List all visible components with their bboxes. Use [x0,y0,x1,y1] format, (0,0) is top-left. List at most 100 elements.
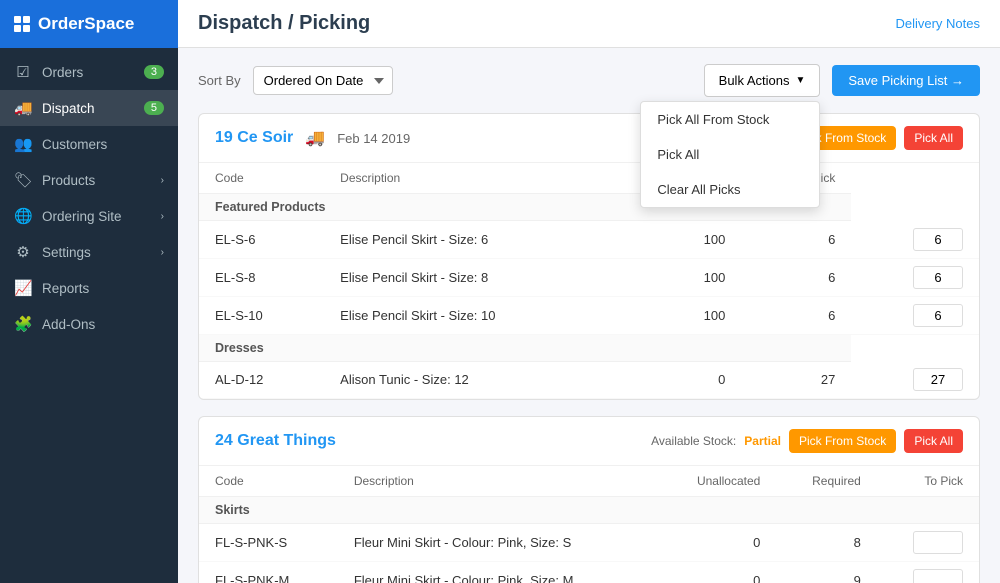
dropdown-item-pick-all-from-stock[interactable]: Pick All From Stock [641,102,819,137]
sidebar-item-label: Dispatch [42,101,95,116]
required-qty: 6 [741,258,851,296]
pick-table: CodeDescriptionRequiredTo PickFeatured P… [199,163,979,399]
table-row: EL-S-6Elise Pencil Skirt - Size: 61006 [199,221,979,259]
product-code: AL-D-12 [199,361,324,399]
required-qty: 8 [776,524,877,562]
col-header-unallocated: Unallocated [658,466,777,497]
pick-all-button[interactable]: Pick All [904,126,963,150]
customer-header-19-ce-soir: 19 Ce Soir 🚚 Feb 14 2019 Pick From Stock… [199,114,979,163]
badge-dispatch: 5 [144,101,164,115]
to-pick-input[interactable] [913,228,963,251]
sort-select[interactable]: Ordered On Date [253,66,393,95]
col-header-required: Required [776,466,877,497]
to-pick-input[interactable] [913,531,963,554]
chevron-down-icon: ▼ [795,75,805,86]
sidebar-item-settings[interactable]: ⚙ Settings › [0,234,178,270]
chevron-icon: › [161,247,164,258]
sidebar-item-label: Reports [42,281,89,296]
col-header-description: Description [338,466,658,497]
stock-value: 0 [658,524,777,562]
product-code: FL-S-PNK-S [199,524,338,562]
products-icon: 🏷 [14,171,32,189]
col-header-to-pick: To Pick [877,466,979,497]
badge-orders: 3 [144,65,164,79]
customer-section-24-great-things: 24 Great Things Available Stock: Partial… [198,416,980,583]
chevron-icon: › [161,175,164,186]
sidebar-item-dispatch[interactable]: 🚚 Dispatch 5 [0,90,178,126]
required-qty: 27 [741,361,851,399]
customer-date: Feb 14 2019 [337,131,410,146]
product-description: Elise Pencil Skirt - Size: 10 [324,296,616,334]
dispatch-icon: 🚚 [14,99,32,117]
table-row: EL-S-10Elise Pencil Skirt - Size: 101006 [199,296,979,334]
product-code: EL-S-6 [199,221,324,259]
to-pick-cell [851,361,979,399]
bulk-actions-wrapper: Bulk Actions ▼ Pick All From StockPick A… [704,64,821,97]
add-ons-icon: 🧩 [14,315,32,333]
to-pick-input[interactable] [913,304,963,327]
chevron-icon: › [161,211,164,222]
dropdown-item-pick-all[interactable]: Pick All [641,137,819,172]
orders-icon: ☑ [14,63,32,81]
pick-from-stock-button[interactable]: Pick From Stock [789,429,896,453]
stock-value: 100 [616,221,742,259]
ordering-site-icon: 🌐 [14,207,32,225]
top-bar: Dispatch / Picking Delivery Notes [178,0,1000,48]
category-row: Dresses [199,334,979,361]
dropdown-item-clear-all-picks[interactable]: Clear All Picks [641,172,819,207]
sidebar-item-label: Customers [42,137,107,152]
product-description: Fleur Mini Skirt - Colour: Pink, Size: S [338,524,658,562]
sidebar-item-products[interactable]: 🏷 Products › [0,162,178,198]
content-area: Sort By Ordered On Date Bulk Actions ▼ P… [178,48,1000,583]
table-row: FL-S-PNK-SFleur Mini Skirt - Colour: Pin… [199,524,979,562]
to-pick-cell [851,221,979,259]
stock-value: 0 [658,562,777,583]
sidebar-item-orders[interactable]: ☑ Orders 3 [0,54,178,90]
sidebar-nav: ☑ Orders 3 🚚 Dispatch 5 👥 Customers 🏷 Pr… [0,48,178,583]
pick-all-button[interactable]: Pick All [904,429,963,453]
category-row: Featured Products [199,194,979,221]
sidebar-item-label: Ordering Site [42,209,122,224]
customer-header-24-great-things: 24 Great Things Available Stock: Partial… [199,417,979,466]
sidebar-item-label: Settings [42,245,91,260]
delivery-notes-link[interactable]: Delivery Notes [895,16,980,31]
sidebar-item-add-ons[interactable]: 🧩 Add-Ons [0,306,178,342]
main-content: Dispatch / Picking Delivery Notes Sort B… [178,0,1000,583]
to-pick-input[interactable] [913,569,963,583]
sidebar-item-ordering-site[interactable]: 🌐 Ordering Site › [0,198,178,234]
logo-icon [14,16,30,32]
to-pick-input[interactable] [913,266,963,289]
settings-icon: ⚙ [14,243,32,261]
stock-value: 100 [616,258,742,296]
truck-icon: 🚚 [305,128,325,148]
reports-icon: 📈 [14,279,32,297]
to-pick-cell [851,258,979,296]
pick-table: CodeDescriptionUnallocatedRequiredTo Pic… [199,466,979,583]
customer-name: 24 Great Things [215,432,336,450]
product-code: EL-S-8 [199,258,324,296]
logo[interactable]: OrderSpace [0,0,178,48]
to-pick-cell [851,296,979,334]
sidebar-item-reports[interactable]: 📈 Reports [0,270,178,306]
sort-label: Sort By [198,73,241,88]
to-pick-cell [877,524,979,562]
bulk-actions-dropdown: Pick All From StockPick AllClear All Pic… [640,101,820,208]
stock-label: Available Stock: [651,434,736,448]
customer-name: 19 Ce Soir [215,129,293,147]
col-header-code: Code [199,466,338,497]
sidebar: OrderSpace ☑ Orders 3 🚚 Dispatch 5 👥 Cus… [0,0,178,583]
customer-section-19-ce-soir: 19 Ce Soir 🚚 Feb 14 2019 Pick From Stock… [198,113,980,400]
sidebar-item-customers[interactable]: 👥 Customers [0,126,178,162]
table-row: AL-D-12Alison Tunic - Size: 12027 [199,361,979,399]
product-description: Alison Tunic - Size: 12 [324,361,616,399]
to-pick-cell [877,562,979,583]
bulk-actions-button[interactable]: Bulk Actions ▼ [704,64,821,97]
required-qty: 9 [776,562,877,583]
save-picking-list-button[interactable]: Save Picking List → [832,65,980,96]
to-pick-input[interactable] [913,368,963,391]
product-code: FL-S-PNK-M [199,562,338,583]
customers-icon: 👥 [14,135,32,153]
product-code: EL-S-10 [199,296,324,334]
col-header-code: Code [199,163,324,194]
customers-container: 19 Ce Soir 🚚 Feb 14 2019 Pick From Stock… [198,113,980,583]
